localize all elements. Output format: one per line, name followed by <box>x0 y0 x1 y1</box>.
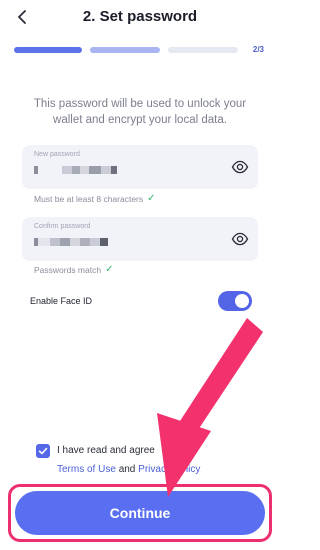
agreement-checkbox[interactable] <box>36 444 50 458</box>
checkmark-icon: ✓ <box>147 193 156 204</box>
agreement-text: I have read and agree <box>57 445 155 456</box>
toggle-knob <box>235 294 249 308</box>
agreement-and: and <box>118 464 136 475</box>
new-password-label: New password <box>34 151 80 158</box>
eye-icon[interactable] <box>231 158 249 176</box>
page-title: 2. Set password <box>82 8 198 25</box>
step-counter: 2/3 <box>252 45 264 54</box>
header: 2. Set password <box>0 0 280 34</box>
confirm-password-field[interactable]: Confirm password <box>22 217 258 261</box>
new-password-field[interactable]: New password <box>22 145 258 189</box>
progress-step-2 <box>90 47 160 53</box>
privacy-policy-link[interactable]: Privacy Policy <box>138 464 200 475</box>
continue-highlight: Continue <box>8 484 272 542</box>
new-password-value-masked <box>34 165 117 175</box>
confirm-password-hint: Passwords match ✓ <box>34 264 113 275</box>
new-password-hint: Must be at least 8 characters ✓ <box>34 193 156 204</box>
checkmark-icon: ✓ <box>105 264 114 275</box>
confirm-password-hint-text: Passwords match <box>34 264 102 275</box>
confirm-password-label: Confirm password <box>34 223 91 230</box>
confirm-password-value-masked <box>34 237 108 247</box>
eye-icon[interactable] <box>231 230 249 248</box>
continue-button[interactable]: Continue <box>15 491 265 535</box>
description: This password will be used to unlock you… <box>33 98 247 126</box>
face-id-toggle[interactable] <box>218 291 252 311</box>
face-id-label: Enable Face ID <box>30 296 93 306</box>
new-password-hint-text: Must be at least 8 characters <box>34 193 144 204</box>
progress-bar <box>14 47 238 53</box>
agreement-links: Terms of Use and Privacy Policy <box>57 464 200 475</box>
progress-step-1 <box>14 47 82 53</box>
progress-step-3 <box>168 47 238 53</box>
checkmark-icon <box>38 447 48 455</box>
terms-of-use-link[interactable]: Terms of Use <box>57 464 116 475</box>
